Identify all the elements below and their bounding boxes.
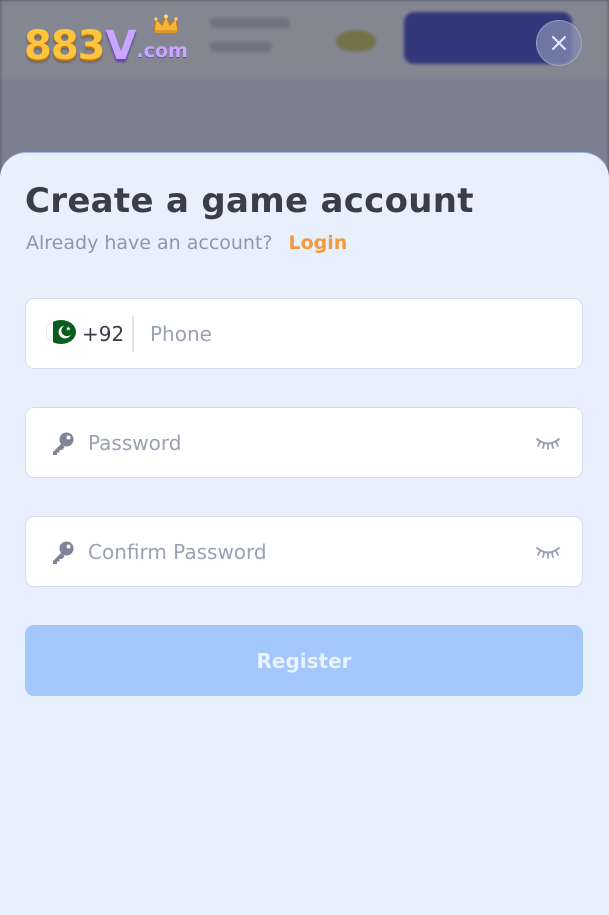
login-link[interactable]: Login bbox=[289, 232, 348, 254]
close-button[interactable] bbox=[536, 20, 582, 66]
key-icon bbox=[53, 432, 74, 455]
eye-closed-icon[interactable] bbox=[534, 541, 562, 561]
register-modal: Create a game account Already have an ac… bbox=[0, 152, 609, 915]
modal-title: Create a game account bbox=[25, 181, 474, 221]
confirm-password-field[interactable] bbox=[25, 516, 583, 587]
crown-icon bbox=[153, 14, 180, 33]
logo-domain-text: .com bbox=[136, 40, 188, 62]
register-button[interactable]: Register bbox=[25, 625, 583, 696]
key-icon bbox=[53, 541, 74, 564]
logo-domain: .com bbox=[136, 14, 188, 64]
login-prompt-text: Already have an account? bbox=[26, 232, 273, 254]
brand-logo: 883 V .com bbox=[24, 14, 188, 70]
phone-field[interactable]: +92 bbox=[25, 298, 583, 369]
country-dial-code[interactable]: +92 bbox=[82, 319, 124, 349]
close-icon bbox=[551, 35, 567, 51]
confirm-password-input[interactable] bbox=[88, 517, 518, 586]
password-input[interactable] bbox=[88, 408, 518, 477]
eye-closed-icon[interactable] bbox=[534, 432, 562, 452]
field-divider bbox=[132, 316, 134, 352]
register-screen: 883 V .com Create a game account Already… bbox=[0, 0, 609, 915]
logo-number: 883 bbox=[24, 23, 105, 69]
phone-input[interactable] bbox=[150, 299, 570, 368]
password-field[interactable] bbox=[25, 407, 583, 478]
logo-letter: V bbox=[105, 23, 137, 69]
pakistan-flag-icon[interactable] bbox=[46, 320, 76, 344]
login-prompt: Already have an account? Login bbox=[26, 229, 347, 257]
